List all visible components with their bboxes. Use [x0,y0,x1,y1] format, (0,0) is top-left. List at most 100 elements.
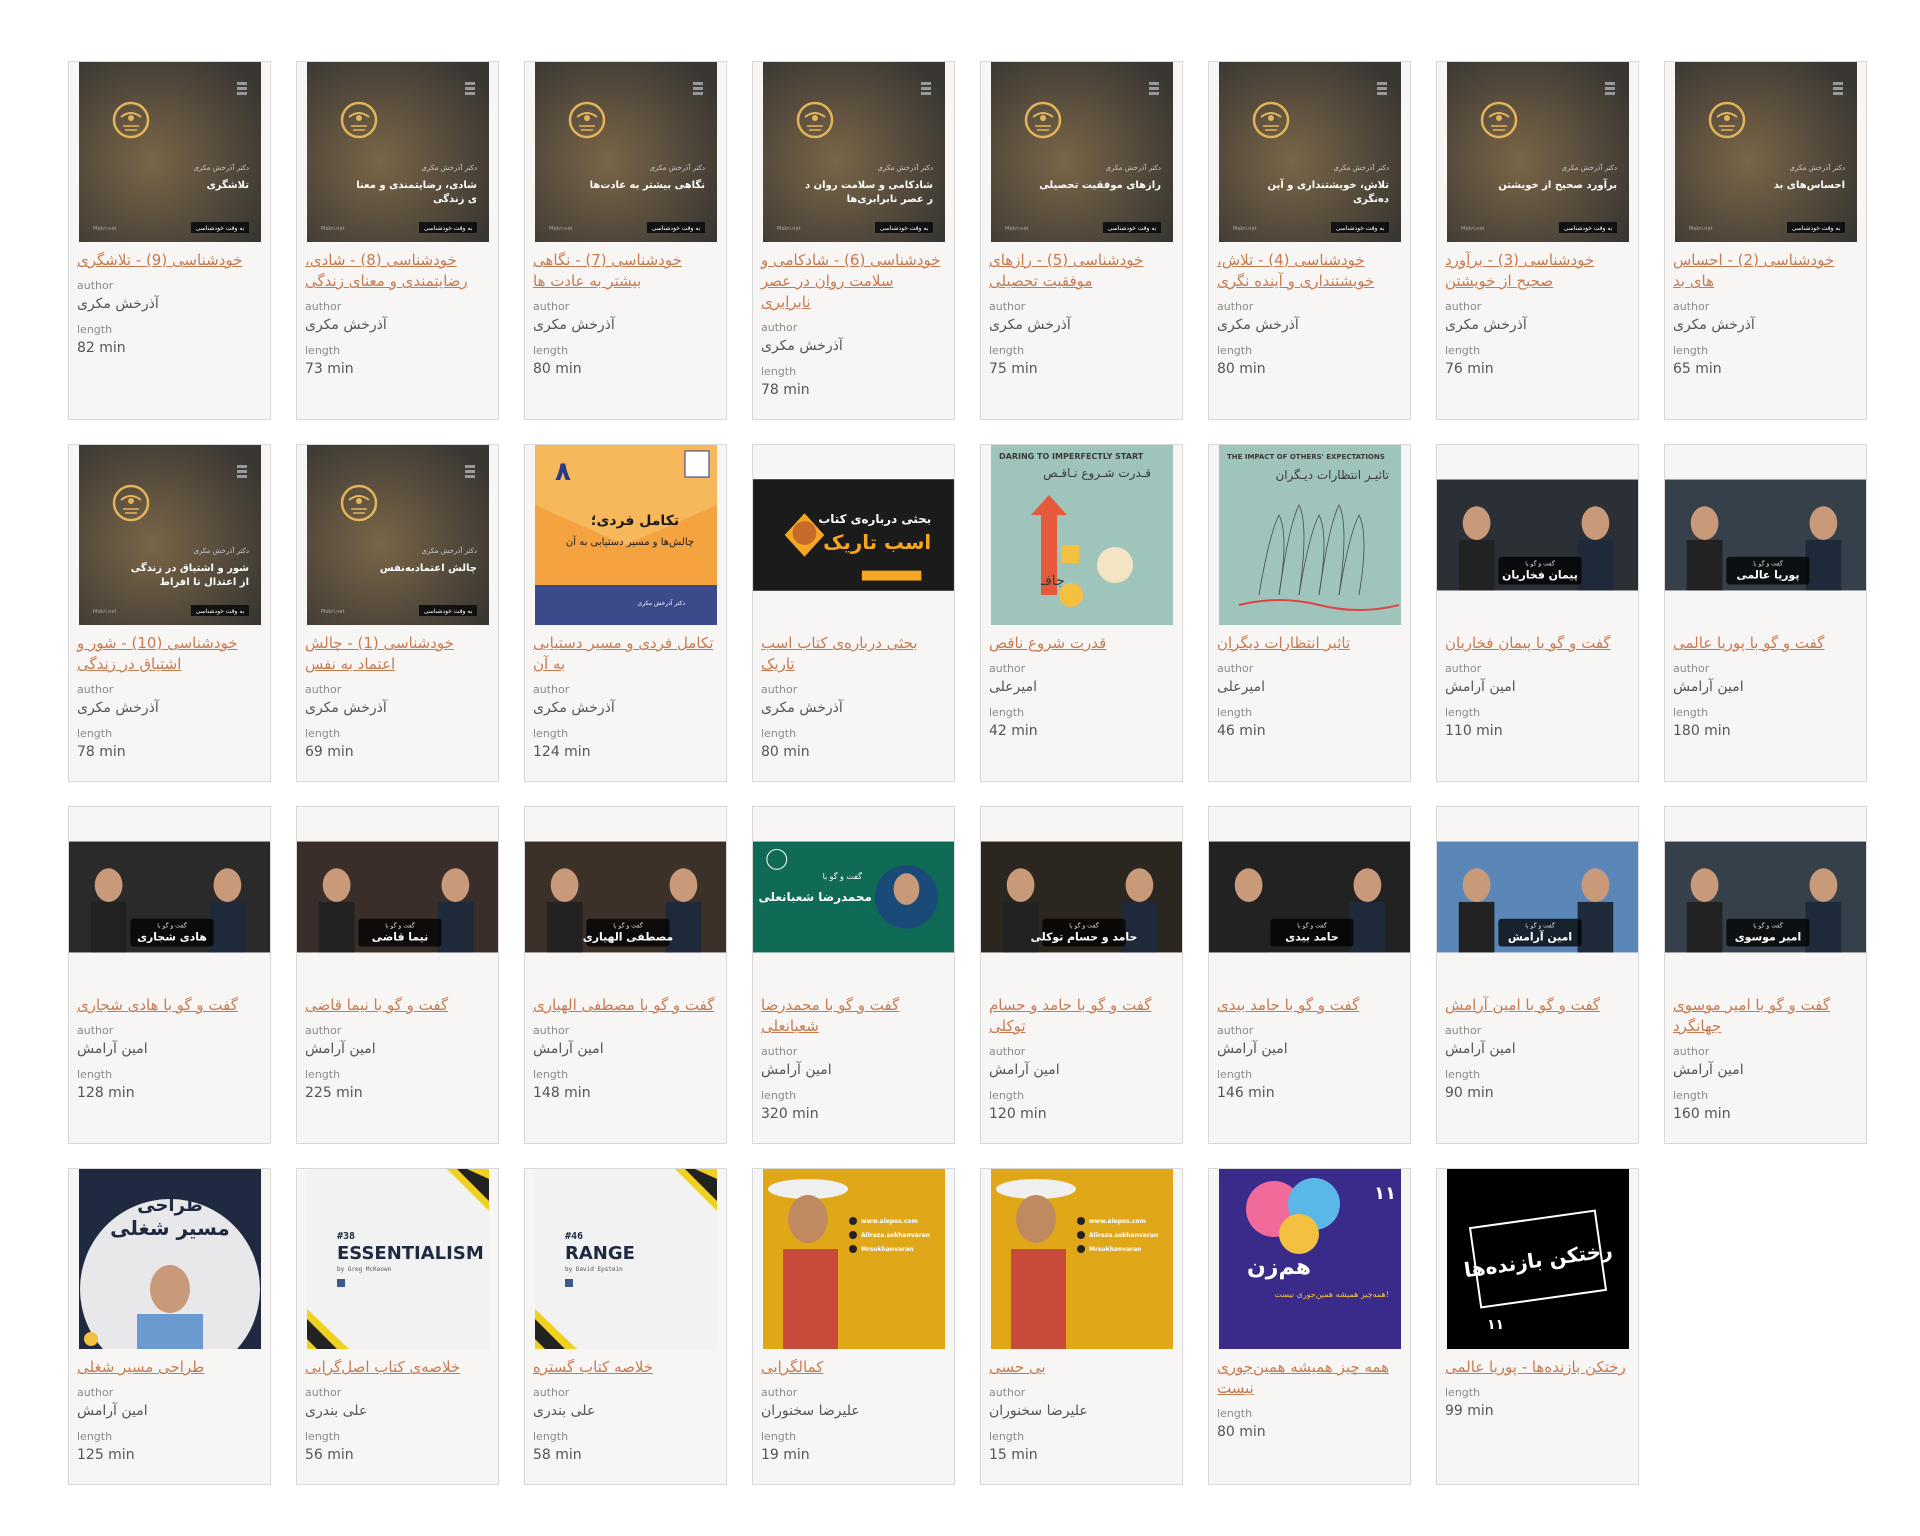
audiobook-card[interactable]: دکتر آذرخش مکری شادکامی و سلامت روان د ر… [752,61,955,420]
audiobook-card[interactable]: هم‌زن ۱۱ همه‌چیز همیشه همین‌جوری نیست! ه… [1208,1168,1411,1485]
cover-image[interactable]: DARING TO IMPERFECTLY START قـدرت شـروع … [981,445,1182,625]
card-title-link[interactable]: خودشناسی (7) - نگاهی بیشتر به عادت ها [533,250,718,292]
card-title-link[interactable]: تکامل فردی و مسیر دستیابی به آن [533,633,718,675]
author-label: author [305,683,342,696]
audiobook-card[interactable]: گفت و گو با امین آرامش گفت و گو با امین … [1436,806,1639,1144]
card-title-link[interactable]: خودشناسی (2) - احساس های بد [1673,250,1858,292]
cover-image[interactable]: www.alepos.com Alireza.sokhanvaran Mrsok… [981,1169,1182,1349]
card-title-link[interactable]: خودشناسی (8) - شادی، رضایتمندی و معنای ز… [305,250,490,292]
card-title-link[interactable]: خودشناسی (5) - رازهای موفقیت تحصیلی [989,250,1174,292]
audiobook-card[interactable]: ۸ تکامل فردی؛ چالش‌ها و مسیر دستیابی به … [524,444,727,782]
audiobook-card[interactable]: دکتر آذرخش مکری تلاشگری به وقت خودشناسی … [68,61,271,420]
card-title-link[interactable]: خودشناسی (6) - شادکامی و سلامت روان در ع… [761,250,946,313]
cover-image[interactable]: #38 ESSENTIALISM by Greg McKeown [297,1169,498,1349]
length-label: length [1445,344,1481,357]
cover-image[interactable]: دکتر آذرخش مکری احساس‌های بد به وقت خودش… [1665,62,1866,242]
audiobook-card[interactable]: گفت و گو با پوریا عالمی گفت و گو با پوری… [1664,444,1867,782]
audiobook-card[interactable]: بحثی درباره‌ی کتاب اسب تاریک بحثی درباره… [752,444,955,782]
cover-image[interactable]: دکتر آذرخش مکری نگاهی بیشتر به عادت‌ها ب… [525,62,726,242]
card-title-link[interactable]: طراحی مسیر شغلی [77,1357,262,1378]
card-title-link[interactable]: گفت و گو با محمدرضا شعبانعلی [761,995,946,1037]
card-title-link[interactable]: خودشناسی (9) - تلاشگری [77,250,262,271]
card-title-link[interactable]: خلاصه‌ی کتاب اصل‌گرایی [305,1357,490,1378]
card-title-link[interactable]: گفت و گو با پوریا عالمی [1673,633,1858,654]
audiobook-card[interactable]: گفت و گو با امیر موسوی گفت و گو با امیر … [1664,806,1867,1144]
cover-image[interactable]: بحثی درباره‌ی کتاب اسب تاریک [753,445,954,625]
cover-image[interactable]: طراحی مسیر شغلی [69,1169,270,1349]
cover-image[interactable]: رختکن بازنده‌ها ۱۱ [1437,1169,1638,1349]
card-title-link[interactable]: تاثیر انتظارات دیگران [1217,633,1402,654]
svg-text:هادی شجاری: هادی شجاری [137,931,207,944]
audiobook-card[interactable]: دکتر آذرخش مکری برآورد صحیح از خویشتن به… [1436,61,1639,420]
card-title-link[interactable]: گفت و گو با پیمان فخاریان [1445,633,1630,654]
cover-image[interactable]: #46 RANGE by David Epstein [525,1169,726,1349]
card-title-link[interactable]: خودشناسی (3) - برآورد صحیح از خویشتن [1445,250,1630,292]
cover-image[interactable]: دکتر آذرخش مکری تلاشگری به وقت خودشناسی … [69,62,270,242]
card-title-link[interactable]: گفت و گو با هادی شجاری [77,995,262,1016]
audiobook-card[interactable]: گفت و گو با نیما قاضی گفت و گو با نیما ق… [296,806,499,1144]
length-value: 76 min [1445,361,1494,377]
cover-image[interactable]: گفت و گو با پوریا عالمی [1665,445,1866,625]
card-title-link[interactable]: گفت و گو با مصطفی الهیاری [533,995,718,1016]
card-title-link[interactable]: بی حسی [989,1357,1174,1378]
audiobook-card[interactable]: گفت و گو با محمدرضا شعبانعلی گفت و گو با… [752,806,955,1144]
audiobook-card[interactable]: گفت و گو با حامد بیدی گفت و گو با حامد ب… [1208,806,1411,1144]
audiobook-card[interactable]: گفت و گو با حامد و حسام توکلی گفت و گو ب… [980,806,1183,1144]
cover-image[interactable]: گفت و گو با پیمان فخاریان [1437,445,1638,625]
cover-image[interactable]: ۸ تکامل فردی؛ چالش‌ها و مسیر دستیابی به … [525,445,726,625]
cover-image[interactable]: دکتر آذرخش مکری شادکامی و سلامت روان د ر… [753,62,954,242]
card-title-link[interactable]: رختکن بازنده‌ها - پوریا عالمی [1445,1357,1630,1378]
audiobook-card[interactable]: طراحی مسیر شغلی طراحی مسیر شغلی author امی… [68,1168,271,1485]
cover-image[interactable]: دکتر آذرخش مکری شور و اشتیاق در زندگی از… [69,445,270,625]
card-title-link[interactable]: بحثی درباره‌ی کتاب اسب تاریک [761,633,946,675]
cover-image[interactable]: دکتر آذرخش مکری چالش اعتمادبه‌نفس به وقت… [297,445,498,625]
audiobook-card[interactable]: www.alepos.com Alireza.sokhanvaran Mrsok… [752,1168,955,1485]
cover-image[interactable]: گفت و گو با محمدرضا شعبانعلی [753,807,954,987]
cover-image[interactable]: دکتر آذرخش مکری تلاش، خویشتنداری و آین د… [1209,62,1410,242]
audiobook-card[interactable]: رختکن بازنده‌ها ۱۱ رختکن بازنده‌ها - پور… [1436,1168,1639,1485]
cover-image[interactable]: دکتر آذرخش مکری برآورد صحیح از خویشتن به… [1437,62,1638,242]
card-title-link[interactable]: خودشناسی (4) - تلاش، خویشتنداری و آینده … [1217,250,1402,292]
audiobook-card[interactable]: دکتر آذرخش مکری شور و اشتیاق در زندگی از… [68,444,271,782]
audiobook-card[interactable]: گفت و گو با مصطفی الهیاری گفت و گو با مص… [524,806,727,1144]
card-title-link[interactable]: خودشناسی (10) - شور و اشتیاق در زندگی [77,633,262,675]
cover-image[interactable]: www.alepos.com Alireza.sokhanvaran Mrsok… [753,1169,954,1349]
card-title-link[interactable]: همه چیز همیشه همین‌جوری نیست [1217,1357,1402,1399]
card-title-link[interactable]: گفت و گو با حامد و حسام توکلی [989,995,1174,1037]
card-title-link[interactable]: خودشناسی (1) - چالش اعتماد به نفس [305,633,490,675]
audiobook-card[interactable]: #38 ESSENTIALISM by Greg McKeown خلاصه‌ی… [296,1168,499,1485]
audiobook-card[interactable]: #46 RANGE by David Epstein خلاصه کتاب گس… [524,1168,727,1485]
cover-image[interactable]: THE IMPACT OF OTHERS' EXPECTATIONS تاثیـ… [1209,445,1410,625]
cover-image[interactable]: گفت و گو با حامد و حسام توکلی [981,807,1182,987]
cover-image[interactable]: گفت و گو با امین آرامش [1437,807,1638,987]
audiobook-card[interactable]: دکتر آذرخش مکری شادی، رضایتمندی و معنا ی… [296,61,499,420]
audiobook-card[interactable]: دکتر آذرخش مکری تلاش، خویشتنداری و آین د… [1208,61,1411,420]
card-title-link[interactable]: گفت و گو با امین آرامش [1445,995,1630,1016]
card-title-link[interactable]: گفت و گو با حامد بیدی [1217,995,1402,1016]
cover-image[interactable]: گفت و گو با مصطفی الهیاری [525,807,726,987]
audiobook-card[interactable]: گفت و گو با پیمان فخاریان گفت و گو با پی… [1436,444,1639,782]
card-title-link[interactable]: قدرت شروع ناقص [989,633,1174,654]
author-value: آذرخش مکری [1673,317,1755,333]
card-title-link[interactable]: گفت و گو با نیما قاضی [305,995,490,1016]
length-value: 180 min [1673,723,1731,739]
svg-text:by David Epstein: by David Epstein [565,1266,623,1273]
cover-image[interactable]: گفت و گو با نیما قاضی [297,807,498,987]
cover-image[interactable]: گفت و گو با امیر موسوی [1665,807,1866,987]
cover-image[interactable]: هم‌زن ۱۱ همه‌چیز همیشه همین‌جوری نیست! [1209,1169,1410,1349]
audiobook-card[interactable]: دکتر آذرخش مکری رازهای موفقیت تحصیلی به … [980,61,1183,420]
cover-image[interactable]: گفت و گو با حامد بیدی [1209,807,1410,987]
audiobook-card[interactable]: www.alepos.com Alireza.sokhanvaran Mrsok… [980,1168,1183,1485]
card-title-link[interactable]: گفت و گو با امیر موسوی جهانگرد [1673,995,1858,1037]
cover-image[interactable]: گفت و گو با هادی شجاری [69,807,270,987]
card-title-link[interactable]: کمالگرایی [761,1357,946,1378]
cover-image[interactable]: دکتر آذرخش مکری رازهای موفقیت تحصیلی به … [981,62,1182,242]
audiobook-card[interactable]: دکتر آذرخش مکری احساس‌های بد به وقت خودش… [1664,61,1867,420]
audiobook-card[interactable]: دکتر آذرخش مکری نگاهی بیشتر به عادت‌ها ب… [524,61,727,420]
audiobook-card[interactable]: THE IMPACT OF OTHERS' EXPECTATIONS تاثیـ… [1208,444,1411,782]
cover-image[interactable]: دکتر آذرخش مکری شادی، رضایتمندی و معنا ی… [297,62,498,242]
audiobook-card[interactable]: DARING TO IMPERFECTLY START قـدرت شـروع … [980,444,1183,782]
card-title-link[interactable]: خلاصه کتاب گستره [533,1357,718,1378]
audiobook-card[interactable]: گفت و گو با هادی شجاری گفت و گو با هادی … [68,806,271,1144]
audiobook-card[interactable]: دکتر آذرخش مکری چالش اعتمادبه‌نفس به وقت… [296,444,499,782]
